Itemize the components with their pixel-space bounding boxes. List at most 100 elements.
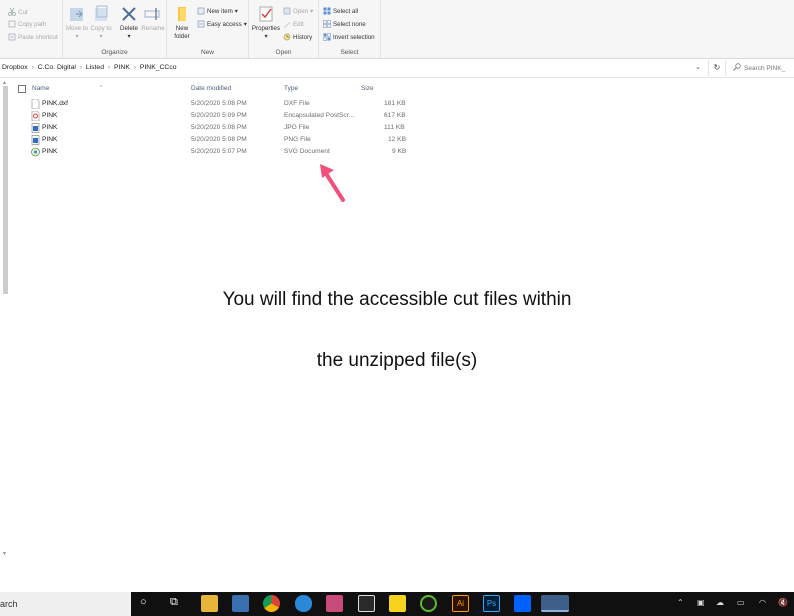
breadcrumb-item-dropbox[interactable]: Dropbox — [2, 64, 28, 71]
taskbar-search-text: arch — [0, 599, 18, 609]
select-all-command[interactable]: Select all — [323, 7, 358, 15]
new-item-icon — [197, 7, 205, 15]
paste-shortcut-command[interactable]: Paste shortcut — [8, 33, 58, 41]
zebra-app-icon[interactable] — [358, 595, 375, 612]
dxf-file-icon — [31, 98, 40, 110]
column-header-type[interactable]: Type — [284, 85, 298, 92]
rename-button[interactable]: Rename — [140, 5, 166, 33]
paste-shortcut-icon — [8, 33, 16, 41]
rename-label: Rename — [141, 25, 165, 32]
paste-shortcut-label: Paste shortcut — [18, 33, 58, 41]
select-none-command[interactable]: Select none — [323, 20, 366, 28]
move-to-button[interactable]: Move to ▾ — [64, 5, 90, 40]
chrome-icon[interactable] — [263, 595, 280, 612]
address-history-chevron-down-icon[interactable]: ⌄ — [695, 63, 701, 71]
breadcrumb-separator-icon[interactable]: › — [32, 65, 34, 71]
select-all-checkbox[interactable] — [18, 85, 26, 93]
svg-file-icon — [31, 147, 40, 157]
pink-arrow-icon — [320, 164, 345, 202]
store-icon[interactable] — [232, 595, 249, 612]
edit-pencil-icon — [283, 20, 291, 28]
clipboard-group: Cut Copy path Paste shortcut — [0, 0, 63, 59]
breadcrumb-separator-icon[interactable]: › — [134, 65, 136, 71]
new-item-command[interactable]: New item ▾ — [197, 7, 238, 15]
open-group: Properties ▾ Open ▾ Edit History Open — [249, 0, 319, 59]
easy-access-dropdown-arrow: ▾ — [243, 20, 247, 28]
edit-command[interactable]: Edit — [283, 20, 304, 28]
copy-to-label: Copy to — [90, 25, 112, 32]
invert-selection-command[interactable]: Invert selection — [323, 33, 375, 41]
file-row-pink-dxf[interactable]: PINK.dxf 5/20/2020 5:08 PM DXF File 181 … — [14, 98, 414, 110]
scissors-icon — [8, 7, 16, 16]
sort-ascending-icon: ^ — [100, 85, 103, 91]
breadcrumb-item-cco-digital[interactable]: C.Co. Digital — [38, 64, 76, 71]
breadcrumb-separator-icon[interactable]: › — [80, 65, 82, 71]
file-row-pink-eps[interactable]: PINK 5/20/2020 5:09 PM Encapsulated Post… — [14, 110, 414, 122]
history-icon — [283, 33, 291, 41]
move-to-icon — [68, 5, 86, 23]
open-command[interactable]: Open ▾ — [283, 7, 313, 15]
tray-dropbox-status-icon[interactable]: ☁ — [716, 598, 724, 607]
breadcrumb-item-listed[interactable]: Listed — [86, 64, 104, 71]
delete-dropdown-arrow: ▾ — [127, 32, 131, 40]
column-header-date-modified[interactable]: Date modified — [191, 85, 231, 92]
properties-button[interactable]: Properties ▾ — [251, 5, 281, 40]
delete-button[interactable]: Delete ▾ — [116, 5, 142, 40]
volume-muted-icon[interactable]: 🔇 — [778, 598, 788, 607]
wifi-icon[interactable]: ◠ — [759, 598, 766, 607]
photoshop-icon[interactable]: Ps — [483, 595, 500, 612]
task-view-icon[interactable]: ⧉ — [170, 596, 178, 609]
nav-pane-scrollbar[interactable] — [3, 86, 8, 294]
search-icon — [733, 63, 741, 73]
column-header-size[interactable]: Size — [361, 85, 374, 92]
photos-icon[interactable] — [326, 595, 343, 612]
breadcrumb-item-pink-ccco[interactable]: PINK_CCco — [140, 64, 177, 71]
file-row-pink-png[interactable]: PINK 5/20/2020 5:08 PM PNG File 12 KB — [14, 134, 414, 146]
file-row-pink-svg[interactable]: PINK 5/20/2020 5:07 PM SVG Document 9 KB — [14, 146, 414, 158]
battery-icon[interactable]: ▭ — [737, 598, 745, 607]
file-date: 5/20/2020 5:08 PM — [191, 136, 247, 143]
copy-path-command[interactable]: Copy path — [8, 20, 46, 28]
illustrator-icon[interactable]: Ai — [452, 595, 469, 612]
history-command[interactable]: History — [283, 33, 312, 41]
select-all-icon — [323, 7, 331, 15]
move-to-dropdown-arrow: ▾ — [75, 32, 79, 40]
file-size: 181 KB — [384, 100, 406, 107]
file-explorer-icon[interactable] — [201, 595, 218, 612]
cut-label: Cut — [18, 8, 28, 16]
cortana-icon[interactable]: ○ — [140, 596, 147, 608]
taskbar: arch ○ ⧉ Ai Ps ⌃ ▣ ☁ ▭ ◠ 🔇 — [0, 592, 794, 616]
easy-access-command[interactable]: Easy access ▾ — [197, 20, 247, 28]
new-folder-button[interactable]: New folder — [170, 5, 196, 40]
file-size: 12 KB — [388, 136, 406, 143]
search-input[interactable]: Search PINK_ — [733, 61, 794, 75]
tray-app-icon[interactable]: ▣ — [697, 598, 705, 607]
file-type: JPG File — [284, 124, 310, 131]
new-group-label: New — [200, 49, 214, 56]
onedrive-icon[interactable] — [295, 595, 312, 612]
green-app-icon[interactable] — [420, 595, 437, 612]
breadcrumb-separator-icon[interactable]: › — [108, 65, 110, 71]
file-row-pink-jpg[interactable]: PINK 5/20/2020 5:08 PM JPG File 111 KB — [14, 122, 414, 134]
instruction-line-1: You will find the accessible cut files w… — [222, 289, 572, 310]
active-window-icon[interactable] — [541, 595, 569, 612]
sticky-notes-icon[interactable] — [389, 595, 406, 612]
search-placeholder: Search PINK_ — [744, 64, 786, 72]
select-none-icon — [323, 20, 331, 28]
copy-to-button[interactable]: Copy to ▾ — [88, 5, 114, 40]
open-icon — [283, 7, 291, 15]
file-type: SVG Document — [284, 148, 330, 155]
tray-chevron-up-icon[interactable]: ⌃ — [677, 598, 684, 607]
open-group-label: Open — [275, 49, 292, 56]
file-type: DXF File — [284, 100, 310, 107]
file-name: PINK — [42, 148, 58, 155]
column-header-name[interactable]: Name — [32, 85, 49, 92]
nav-scroll-down-icon[interactable]: ▼ — [2, 551, 7, 557]
file-type: Encapsulated PostScr... — [284, 112, 355, 119]
breadcrumb-item-pink[interactable]: PINK — [114, 64, 130, 71]
delete-label: Delete — [120, 25, 138, 32]
taskbar-search-box[interactable]: arch — [0, 592, 131, 616]
dropbox-icon[interactable] — [514, 595, 531, 612]
cut-command[interactable]: Cut — [8, 7, 28, 16]
refresh-icon[interactable]: ↻ — [708, 60, 726, 76]
